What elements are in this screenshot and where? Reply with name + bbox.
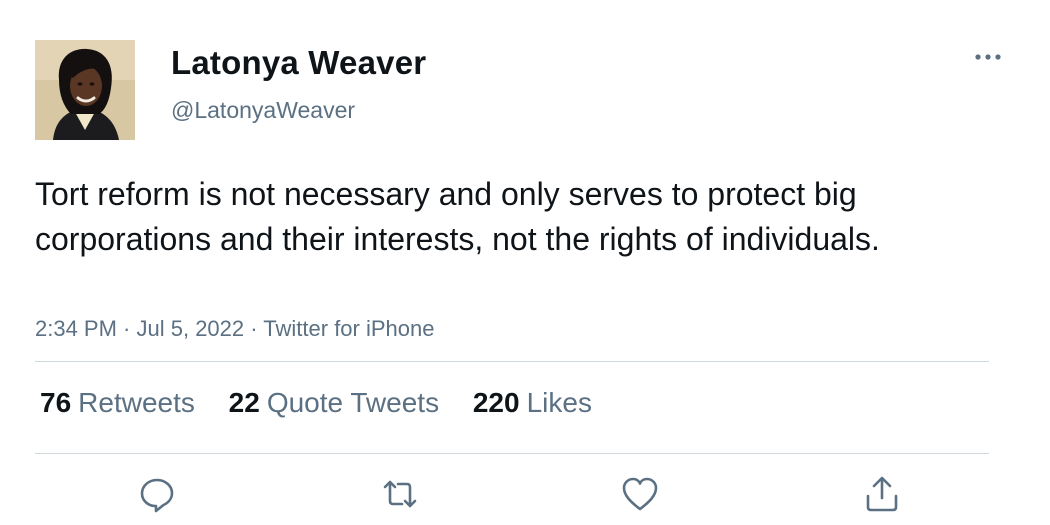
share-button[interactable] [862, 474, 902, 514]
action-bar [0, 474, 1050, 514]
divider [35, 453, 989, 454]
display-name[interactable]: Latonya Weaver [171, 44, 426, 82]
likes-stat[interactable]: 220 Likes [473, 387, 592, 419]
meta-separator: · [244, 316, 264, 341]
meta-separator: · [116, 316, 137, 341]
avatar[interactable] [35, 40, 135, 140]
retweets-label: Retweets [78, 387, 195, 418]
likes-count: 220 [472, 387, 520, 418]
like-button[interactable] [620, 474, 660, 514]
tweet-time-link[interactable]: 2:34 PM · Jul 5, 2022 [35, 316, 244, 341]
reply-icon [140, 478, 174, 513]
retweet-icon [383, 480, 417, 508]
retweet-button[interactable] [380, 474, 420, 514]
retweets-stat[interactable]: 76 Retweets [40, 387, 195, 419]
tweet-time: 2:34 PM [35, 316, 117, 341]
quote-tweets-label: Quote Tweets [266, 387, 440, 418]
user-handle[interactable]: @LatonyaWeaver [171, 97, 355, 124]
retweets-count: 76 [40, 387, 72, 418]
tweet-card: Latonya Weaver @LatonyaWeaver Tort refor… [0, 0, 1050, 525]
tweet-text: Tort reform is not necessary and only se… [35, 176, 880, 257]
reply-button[interactable] [137, 474, 177, 514]
quote-tweets-stat[interactable]: 22 Quote Tweets [229, 387, 439, 419]
tweet-source-link[interactable]: Twitter for iPhone [263, 316, 434, 341]
more-options-button[interactable] [970, 44, 1006, 70]
divider [35, 361, 989, 362]
heart-icon [622, 477, 658, 511]
engagement-stats: 76 Retweets 22 Quote Tweets 220 Likes [40, 387, 618, 419]
tweet-metadata: 2:34 PM · Jul 5, 2022 · Twitter for iPho… [35, 316, 434, 342]
share-icon [866, 476, 898, 512]
likes-label: Likes [526, 387, 592, 418]
more-horizontal-icon [975, 54, 1001, 60]
quote-tweets-count: 22 [228, 387, 260, 418]
tweet-date: Jul 5, 2022 [136, 316, 245, 341]
avatar-image [35, 40, 135, 140]
